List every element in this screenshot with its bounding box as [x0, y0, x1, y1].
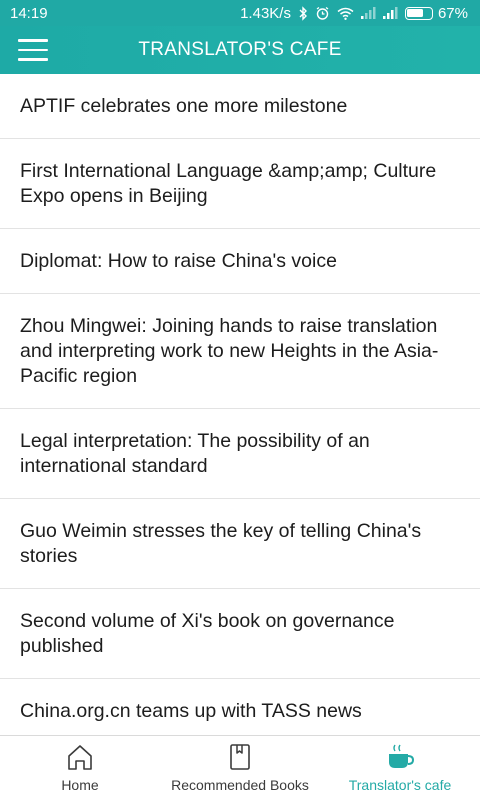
- bluetooth-icon: [298, 5, 308, 21]
- article-title: Legal interpretation: The possibility of…: [20, 430, 370, 477]
- list-item[interactable]: Diplomat: How to raise China's voice: [0, 229, 480, 294]
- signal-icon: [360, 7, 376, 19]
- list-item[interactable]: Legal interpretation: The possibility of…: [0, 409, 480, 499]
- list-item[interactable]: First International Language &amp;amp; C…: [0, 139, 480, 229]
- status-bar: 14:19 1.43K/s 67%: [0, 0, 480, 26]
- coffee-cup-icon: [384, 742, 416, 772]
- hamburger-menu-icon[interactable]: [18, 39, 48, 61]
- article-title: Second volume of Xi's book on governance…: [20, 610, 395, 657]
- battery-icon: [404, 6, 433, 20]
- article-title: China.org.cn teams up with TASS news: [20, 700, 362, 722]
- article-title: APTIF celebrates one more milestone: [20, 95, 348, 117]
- alarm-icon: [315, 6, 330, 21]
- list-item[interactable]: Zhou Mingwei: Joining hands to raise tra…: [0, 294, 480, 409]
- article-list[interactable]: APTIF celebrates one more milestone Firs…: [0, 74, 480, 735]
- nav-label: Translator's cafe: [348, 777, 452, 793]
- article-title: First International Language &amp;amp; C…: [20, 160, 437, 207]
- article-title: Zhou Mingwei: Joining hands to raise tra…: [20, 315, 439, 387]
- battery-indicator: 67%: [404, 4, 468, 22]
- status-icons: 1.43K/s 67%: [240, 5, 468, 22]
- article-title: Guo Weimin stresses the key of telling C…: [20, 520, 422, 567]
- signal-icon: [382, 7, 398, 19]
- list-item[interactable]: Guo Weimin stresses the key of telling C…: [0, 499, 480, 589]
- list-item[interactable]: Second volume of Xi's book on governance…: [0, 589, 480, 679]
- app-title: TRANSLATOR'S CAFE: [138, 39, 342, 60]
- nav-label: Home: [61, 777, 99, 793]
- article-title: Diplomat: How to raise China's voice: [20, 250, 337, 272]
- wifi-icon: [337, 7, 354, 20]
- home-icon: [65, 742, 95, 772]
- list-item[interactable]: China.org.cn teams up with TASS news: [0, 679, 480, 735]
- book-icon: [225, 742, 255, 772]
- nav-home[interactable]: Home: [0, 736, 160, 800]
- network-speed: 1.43K/s: [240, 4, 291, 22]
- list-item[interactable]: APTIF celebrates one more milestone: [0, 74, 480, 139]
- status-time: 14:19: [10, 4, 48, 22]
- nav-translators-cafe[interactable]: Translator's cafe: [320, 736, 480, 800]
- app-bar: TRANSLATOR'S CAFE: [0, 26, 480, 74]
- nav-recommended-books[interactable]: Recommended Books: [160, 736, 320, 800]
- bottom-navigation: Home Recommended Books Translator's cafe: [0, 735, 480, 800]
- nav-label: Recommended Books: [171, 777, 309, 793]
- battery-percent: 67%: [437, 4, 468, 22]
